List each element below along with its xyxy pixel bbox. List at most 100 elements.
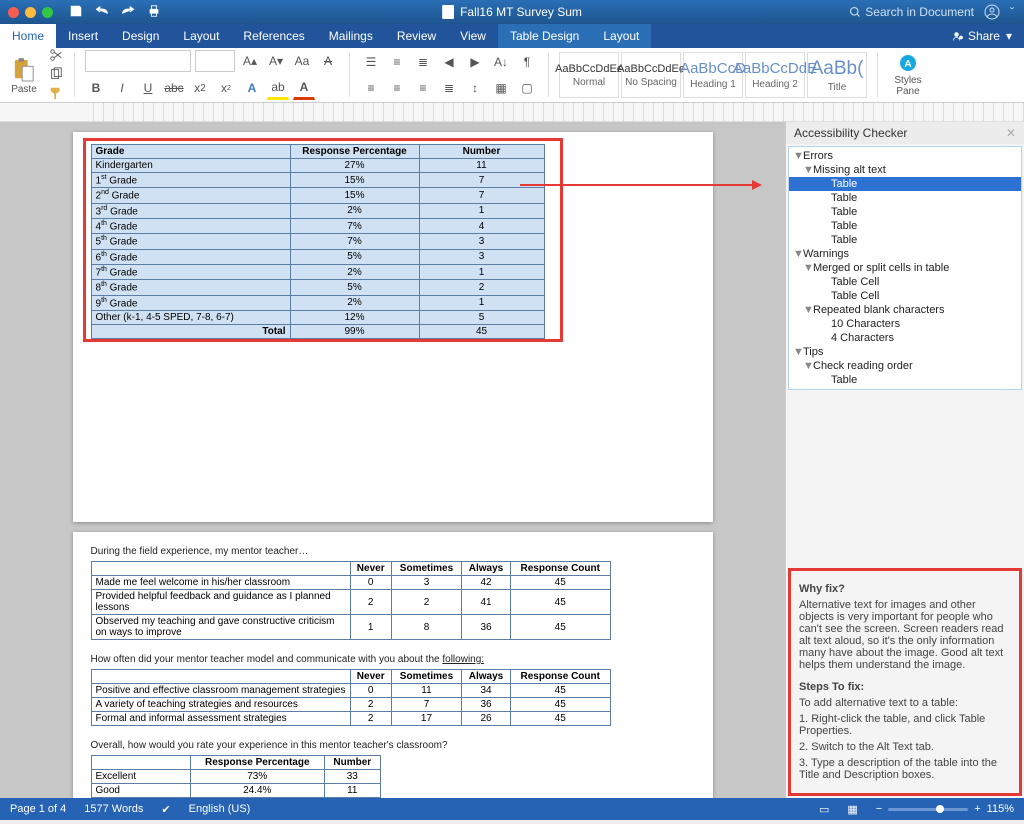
- justify-button[interactable]: ≣: [438, 77, 460, 99]
- numbering-button[interactable]: ≡: [386, 51, 408, 73]
- view-print-layout[interactable]: ▭: [819, 803, 829, 816]
- reading-order-group[interactable]: ▼Check reading order: [789, 359, 1021, 373]
- mentor-table-1[interactable]: NeverSometimesAlwaysResponse Count Made …: [91, 561, 611, 640]
- print-icon[interactable]: [147, 4, 161, 21]
- share-icon: [952, 30, 964, 42]
- tab-insert[interactable]: Insert: [56, 24, 110, 48]
- font-family-select[interactable]: [85, 50, 191, 72]
- table-row: Made me feel welcome in his/her classroo…: [91, 576, 610, 590]
- styles-pane-button[interactable]: A Styles Pane: [888, 48, 928, 102]
- format-painter-icon[interactable]: [48, 86, 64, 103]
- style-normal[interactable]: AaBbCcDdEeNormal: [559, 52, 619, 98]
- shrink-font-button[interactable]: A▾: [265, 50, 287, 72]
- table-row: Good24.4%11: [91, 784, 380, 798]
- page-1: GradeResponse PercentageNumber Kindergar…: [73, 132, 713, 522]
- spellcheck-icon[interactable]: ✔: [161, 803, 170, 816]
- tab-view[interactable]: View: [448, 24, 498, 48]
- underline-button[interactable]: U: [137, 77, 159, 99]
- issue-4chars[interactable]: 4 Characters: [789, 331, 1021, 345]
- font-size-select[interactable]: [195, 50, 235, 72]
- issue-table-2[interactable]: Table: [789, 191, 1021, 205]
- borders-button[interactable]: ▢: [516, 77, 538, 99]
- copy-icon[interactable]: [48, 67, 64, 84]
- minimize-window-button[interactable]: [25, 7, 36, 18]
- tips-group[interactable]: ▼Tips: [789, 345, 1021, 359]
- issue-cell-1[interactable]: Table Cell: [789, 275, 1021, 289]
- close-pane-button[interactable]: ✕: [1006, 126, 1016, 140]
- errors-group[interactable]: ▼Errors: [789, 149, 1021, 163]
- style-no-spacing[interactable]: AaBbCcDdEeNo Spacing: [621, 52, 681, 98]
- highlight-button[interactable]: ab: [267, 76, 289, 100]
- text-effects-button[interactable]: A: [241, 77, 263, 99]
- clear-format-button[interactable]: A: [317, 50, 339, 72]
- grow-font-button[interactable]: A▴: [239, 50, 261, 72]
- save-icon[interactable]: [69, 4, 83, 21]
- issue-table-5[interactable]: Table: [789, 233, 1021, 247]
- mentor-table-2[interactable]: NeverSometimesAlwaysResponse Count Posit…: [91, 669, 611, 726]
- tip-table[interactable]: Table: [789, 373, 1021, 387]
- bold-button[interactable]: B: [85, 77, 107, 99]
- tab-table-design[interactable]: Table Design: [498, 24, 591, 48]
- issue-table-4[interactable]: Table: [789, 219, 1021, 233]
- superscript-button[interactable]: x2: [215, 77, 237, 99]
- multilevel-button[interactable]: ≣: [412, 51, 434, 73]
- style-title[interactable]: AaBb(Title: [807, 52, 867, 98]
- repeated-group[interactable]: ▼Repeated blank characters: [789, 303, 1021, 317]
- subscript-button[interactable]: x2: [189, 77, 211, 99]
- decrease-indent-button[interactable]: ◀: [438, 51, 460, 73]
- title-bar: Fall16 MT Survey Sum Search in Document …: [0, 0, 1024, 24]
- merged-group[interactable]: ▼Merged or split cells in table: [789, 261, 1021, 275]
- language-indicator[interactable]: English (US): [189, 803, 251, 815]
- user-icon[interactable]: [984, 4, 1000, 20]
- align-center-button[interactable]: ≡: [386, 77, 408, 99]
- grade-table[interactable]: GradeResponse PercentageNumber Kindergar…: [91, 144, 545, 339]
- zoom-value[interactable]: 115%: [987, 803, 1014, 815]
- style-heading2[interactable]: AaBbCcDdEHeading 2: [745, 52, 805, 98]
- shading-button[interactable]: ▦: [490, 77, 512, 99]
- tab-references[interactable]: References: [231, 24, 316, 48]
- line-spacing-button[interactable]: ↕: [464, 77, 486, 99]
- rating-table[interactable]: Response PercentageNumber Excellent73%33…: [91, 755, 381, 798]
- tab-review[interactable]: Review: [385, 24, 448, 48]
- issues-tree[interactable]: ▼Errors ▼Missing alt text Table Table Ta…: [788, 146, 1022, 390]
- search-input[interactable]: Search in Document: [849, 5, 974, 19]
- tab-home[interactable]: Home: [0, 24, 56, 48]
- close-window-button[interactable]: [8, 7, 19, 18]
- change-case-button[interactable]: Aa: [291, 50, 313, 72]
- tab-table-layout[interactable]: Layout: [591, 24, 651, 48]
- align-left-button[interactable]: ≡: [360, 77, 382, 99]
- paste-button[interactable]: Paste: [6, 50, 42, 100]
- view-web-layout[interactable]: ▦: [847, 803, 857, 816]
- italic-button[interactable]: I: [111, 77, 133, 99]
- missing-alt-group[interactable]: ▼Missing alt text: [789, 163, 1021, 177]
- font-color-button[interactable]: A: [293, 76, 315, 100]
- warnings-group[interactable]: ▼Warnings: [789, 247, 1021, 261]
- issue-table-1[interactable]: Table: [789, 177, 1021, 191]
- table-row: 1st Grade15%7: [91, 173, 544, 188]
- tab-design[interactable]: Design: [110, 24, 171, 48]
- accessibility-checker-pane: Accessibility Checker ✕ ▼Errors ▼Missing…: [785, 122, 1024, 798]
- page-indicator[interactable]: Page 1 of 4: [10, 803, 66, 815]
- align-right-button[interactable]: ≡: [412, 77, 434, 99]
- show-marks-button[interactable]: ¶: [516, 51, 538, 73]
- table-row: A variety of teaching strategies and res…: [91, 698, 610, 712]
- issue-10chars[interactable]: 10 Characters: [789, 317, 1021, 331]
- zoom-slider[interactable]: −+ 115%: [876, 803, 1014, 815]
- share-button[interactable]: Share▾: [940, 24, 1024, 48]
- issue-cell-2[interactable]: Table Cell: [789, 289, 1021, 303]
- redo-icon[interactable]: [121, 4, 135, 21]
- scissors-icon[interactable]: [48, 48, 64, 65]
- bullets-button[interactable]: ☰: [360, 51, 382, 73]
- issue-table-3[interactable]: Table: [789, 205, 1021, 219]
- increase-indent-button[interactable]: ▶: [464, 51, 486, 73]
- word-count[interactable]: 1577 Words: [84, 803, 143, 815]
- zoom-window-button[interactable]: [42, 7, 53, 18]
- tab-layout[interactable]: Layout: [171, 24, 231, 48]
- sort-button[interactable]: A↓: [490, 51, 512, 73]
- strikethrough-button[interactable]: abc: [163, 77, 185, 99]
- document-area[interactable]: GradeResponse PercentageNumber Kindergar…: [0, 122, 785, 798]
- ruler[interactable]: [0, 103, 1024, 122]
- undo-icon[interactable]: [95, 4, 109, 21]
- tab-mailings[interactable]: Mailings: [317, 24, 385, 48]
- overflow-icon[interactable]: ˇ: [1010, 5, 1014, 19]
